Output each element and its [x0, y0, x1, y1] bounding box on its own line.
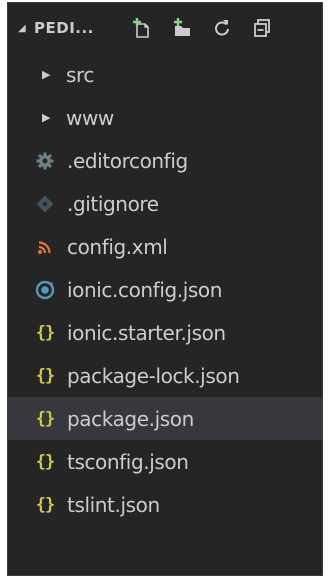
- file-label: config.xml: [67, 234, 168, 259]
- tree-file-tslint[interactable]: {} tslint.json: [8, 483, 322, 526]
- file-label: .editorconfig: [67, 148, 188, 173]
- tree-file-ionic-starter[interactable]: {} ionic.starter.json: [8, 311, 322, 354]
- tree-file-package-json[interactable]: {} package.json: [8, 397, 322, 440]
- ionic-icon: [33, 278, 57, 302]
- tree-file-gitignore[interactable]: .gitignore: [8, 182, 322, 225]
- json-braces-icon: {}: [35, 365, 55, 386]
- gear-icon: [33, 149, 57, 173]
- refresh-icon: [215, 20, 229, 36]
- tree-file-ionic-config[interactable]: ionic.config.json: [8, 268, 322, 311]
- explorer-header[interactable]: ◢ PEDI...: [8, 3, 322, 53]
- chevron-right-icon: ▶: [42, 111, 51, 124]
- file-label: tsconfig.json: [67, 449, 189, 474]
- tree-file-tsconfig[interactable]: {} tsconfig.json: [8, 440, 322, 483]
- refresh-button[interactable]: [202, 12, 242, 44]
- file-label: ionic.starter.json: [67, 320, 226, 345]
- tree-file-package-lock[interactable]: {} package-lock.json: [8, 354, 322, 397]
- json-braces-icon: {}: [35, 408, 55, 429]
- tree-folder-src[interactable]: ▶ src: [8, 53, 322, 96]
- new-folder-button[interactable]: [162, 12, 202, 44]
- file-label: ionic.config.json: [67, 277, 223, 302]
- collapse-all-icon: [254, 19, 270, 37]
- chevron-right-icon: ▶: [42, 68, 51, 81]
- folder-label: www: [66, 105, 114, 130]
- git-diamond-icon: [33, 192, 57, 216]
- file-label: .gitignore: [67, 191, 159, 216]
- project-title[interactable]: PEDI...: [34, 19, 122, 37]
- file-label: package-lock.json: [67, 363, 240, 388]
- json-braces-icon: {}: [35, 494, 55, 515]
- json-braces-icon: {}: [35, 322, 55, 343]
- collapse-caret-icon[interactable]: ◢: [18, 23, 34, 34]
- collapse-all-button[interactable]: [242, 12, 282, 44]
- folder-label: src: [66, 62, 94, 87]
- rss-icon: [33, 235, 57, 259]
- file-explorer-panel: ◢ PEDI... ▶ src ▶ www .editorconfig .git…: [7, 2, 323, 576]
- tree-folder-www[interactable]: ▶ www: [8, 96, 322, 139]
- tree-file-editorconfig[interactable]: .editorconfig: [8, 139, 322, 182]
- file-label: package.json: [67, 406, 194, 431]
- explorer-actions: [122, 12, 282, 44]
- file-label: tslint.json: [67, 492, 160, 517]
- new-folder-icon: [174, 18, 190, 36]
- tree-file-config-xml[interactable]: config.xml: [8, 225, 322, 268]
- new-file-button[interactable]: [122, 12, 162, 44]
- json-braces-icon: {}: [35, 451, 55, 472]
- new-file-icon: [133, 18, 149, 38]
